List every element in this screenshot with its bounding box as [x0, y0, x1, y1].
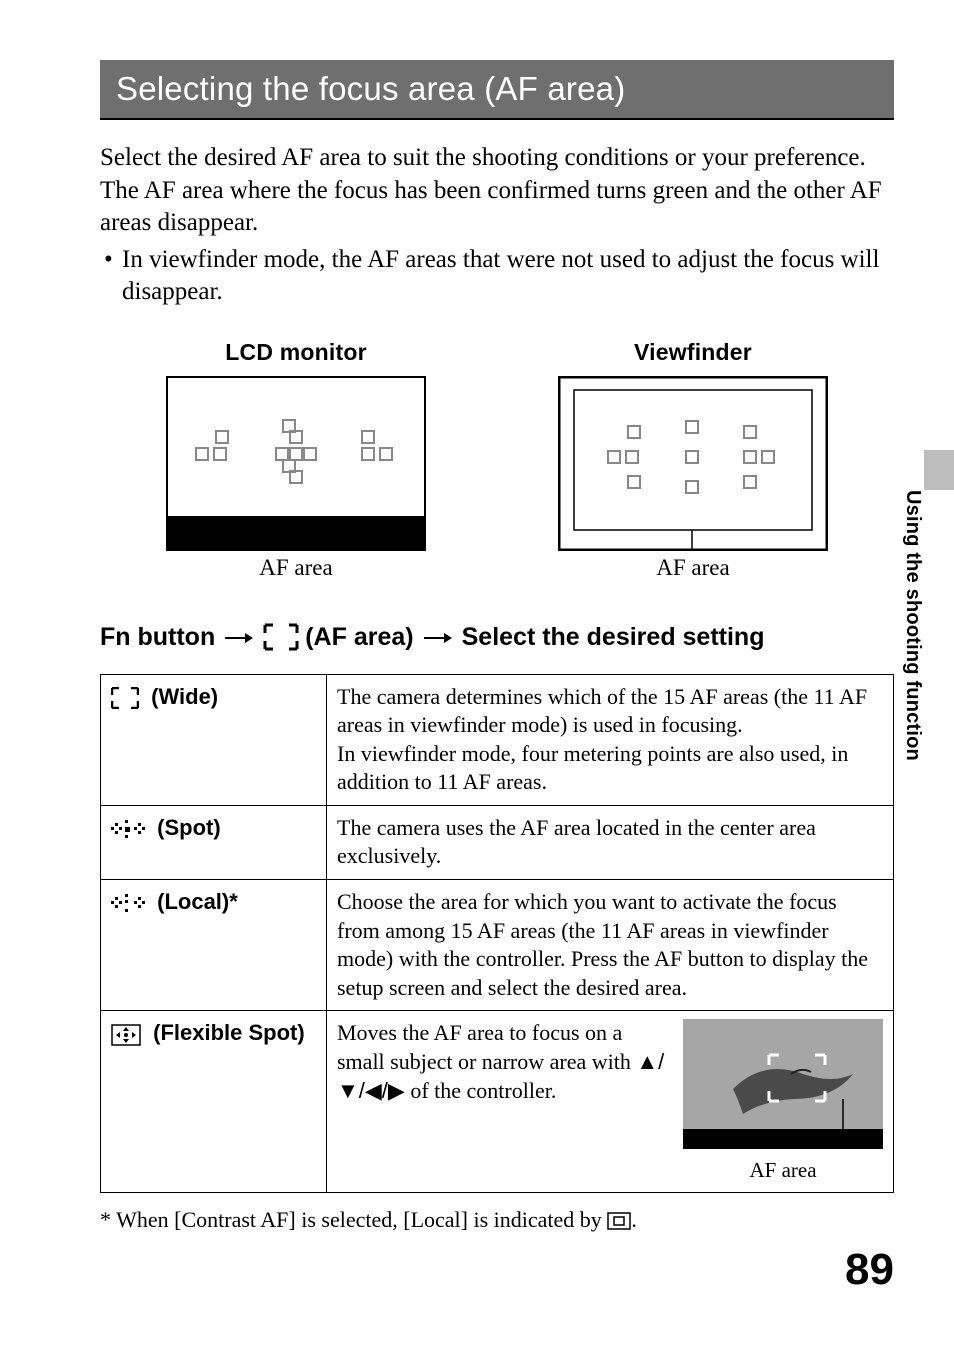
flexible-spot-icon — [111, 1024, 141, 1046]
lcd-af-area-label: AF area — [166, 555, 426, 581]
wide-option-desc: The camera determines which of the 15 AF… — [327, 674, 894, 805]
af-area-label-inline: (AF area) — [305, 623, 413, 652]
fn-prefix: Fn button — [100, 623, 215, 652]
flexible-spot-option-label: (Flexible Spot) — [101, 1011, 327, 1193]
side-tab-label: Using the shooting function — [901, 490, 924, 761]
viewfinder-diagram — [558, 376, 828, 551]
footnote: * When [Contrast AF] is selected, [Local… — [100, 1207, 894, 1233]
af-area-options-table: (Wide) The camera determines which of th… — [100, 674, 894, 1194]
lcd-monitor-diagram — [166, 376, 426, 551]
intro-paragraph: Select the desired AF area to suit the s… — [100, 144, 882, 236]
intro-block: Select the desired AF area to suit the s… — [100, 142, 894, 309]
arrow-icon — [225, 623, 253, 652]
side-tab: Using the shooting function — [898, 460, 924, 800]
flexible-spot-option-desc: Moves the AF area to focus on a small su… — [327, 1011, 894, 1193]
fn-instruction: Fn button (AF area) Select the desired s… — [100, 623, 894, 652]
intro-bullet: In viewfinder mode, the AF areas that we… — [100, 244, 894, 309]
fn-suffix: Select the desired setting — [462, 623, 765, 652]
flexible-spot-example-image — [683, 1019, 883, 1149]
wide-icon — [111, 687, 139, 709]
local-option-desc: Choose the area for which you want to ac… — [327, 880, 894, 1011]
viewfinder-af-area-label: AF area — [558, 555, 828, 581]
local-option-label: (Local)* — [101, 880, 327, 1011]
spot-option-label: (Spot) — [101, 805, 327, 879]
flexible-spot-af-area-label: AF area — [683, 1157, 883, 1184]
arrow-icon — [424, 623, 452, 652]
spot-option-desc: The camera uses the AF area located in t… — [327, 805, 894, 879]
monitor-illustrations: LCD monitor — [100, 339, 894, 581]
page-number: 89 — [845, 1245, 894, 1295]
spot-icon — [111, 818, 145, 840]
section-heading: Selecting the focus area (AF area) — [100, 60, 894, 120]
local-icon — [111, 892, 145, 914]
lcd-caption: LCD monitor — [166, 339, 426, 366]
contrast-af-local-icon — [607, 1212, 631, 1230]
viewfinder-caption: Viewfinder — [558, 339, 828, 366]
wide-option-label: (Wide) — [101, 674, 327, 805]
af-area-icon — [263, 623, 299, 651]
